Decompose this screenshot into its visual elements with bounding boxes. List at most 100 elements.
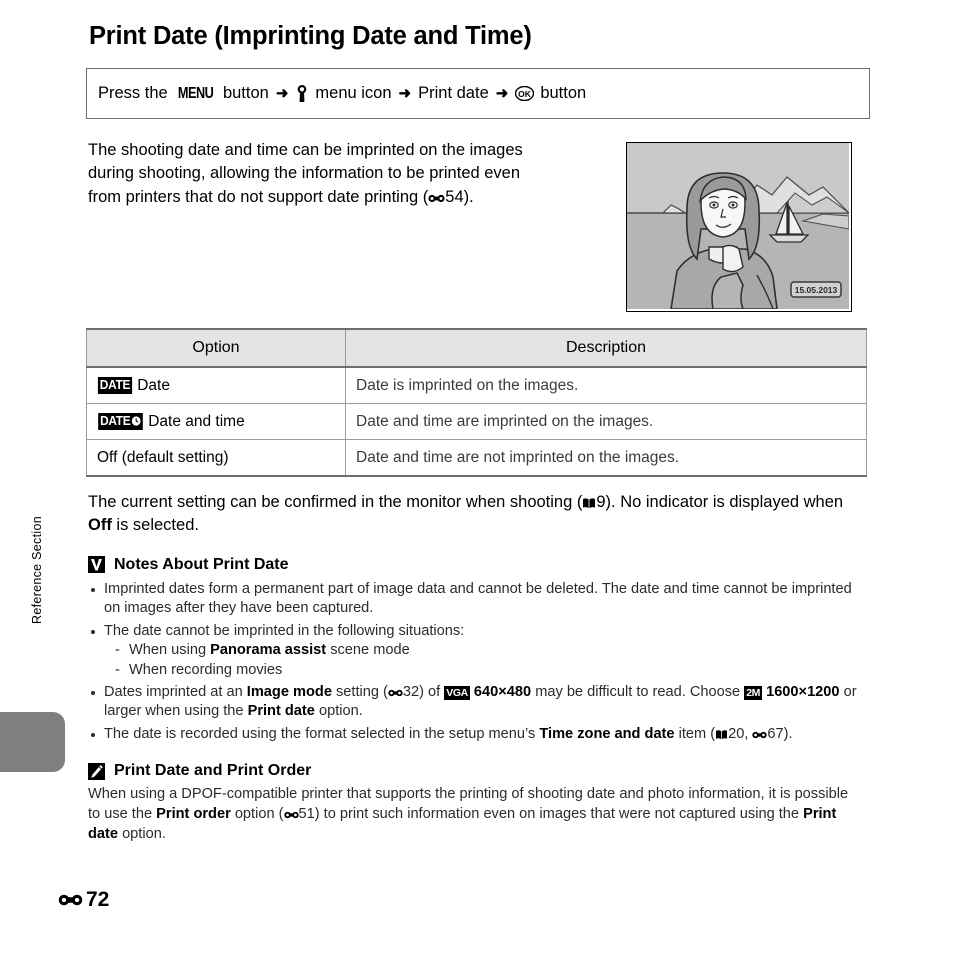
notes-body: Imprinted dates form a permanent part of… bbox=[86, 580, 870, 744]
date-badge-icon: DATE bbox=[97, 376, 133, 394]
book-icon bbox=[715, 729, 728, 740]
intro-line-3-ref: 54 bbox=[445, 187, 464, 206]
note-bullet-4-post: ). bbox=[783, 725, 793, 742]
tip-ref: 51 bbox=[298, 805, 315, 822]
tip-heading: Print Date and Print Order bbox=[86, 762, 870, 780]
e-section-icon bbox=[752, 730, 768, 740]
page-title: Print Date (Imprinting Date and Time) bbox=[89, 22, 532, 50]
page-footer: 72 bbox=[58, 888, 109, 912]
sample-photo-illustration: 15.05.2013 bbox=[627, 143, 851, 310]
after-table-part1: The current setting can be confirmed in … bbox=[88, 493, 583, 512]
intro-line-3-post: ). bbox=[463, 187, 474, 206]
menu-path-item: Print date bbox=[418, 84, 489, 103]
reference-section-tab bbox=[0, 712, 65, 772]
wrench-icon bbox=[295, 85, 309, 103]
book-icon bbox=[582, 497, 596, 509]
table-row: DATE Date and time Date and time are imp… bbox=[86, 403, 867, 441]
table-cell-description: Date is imprinted on the images. bbox=[345, 366, 867, 405]
e-section-icon bbox=[58, 892, 83, 908]
arrow-right-icon-3: ➜ bbox=[495, 85, 509, 103]
list-item: The date is recorded using the format se… bbox=[88, 725, 870, 744]
menu-path-press-label: Press the bbox=[98, 84, 168, 103]
tip-mid-2: ) to print such information even on imag… bbox=[314, 805, 804, 822]
table-cell-option: DATE Date and time bbox=[86, 403, 346, 441]
table-row: DATE Date Date is imprinted on the image… bbox=[86, 366, 867, 405]
clock-icon bbox=[131, 415, 141, 426]
note-bullet-4-ref-book: 20 bbox=[728, 725, 745, 742]
date-time-badge-icon: DATE bbox=[98, 412, 143, 430]
reference-section-label: Reference Section bbox=[30, 516, 44, 624]
arrow-right-icon: ➜ bbox=[275, 85, 289, 103]
note-bullet-3-pre: Dates imprinted at an bbox=[104, 683, 247, 700]
intro-row: The shooting date and time can be imprin… bbox=[86, 139, 870, 313]
note-bullet-4-mid: item ( bbox=[674, 725, 716, 742]
note-sub-1-bold: Panorama assist bbox=[210, 642, 327, 659]
e-section-icon bbox=[428, 193, 445, 204]
tip-post: option. bbox=[118, 825, 166, 842]
menu-button-icon: MENU bbox=[177, 84, 214, 102]
note-bullet-4-ref-e: 67 bbox=[767, 725, 784, 742]
note-bullet-3-mid2: ) of bbox=[419, 683, 445, 700]
note-bullet-3-post: option. bbox=[314, 703, 363, 720]
list-item: When recording movies bbox=[114, 661, 870, 681]
svg-text:15.05.2013: 15.05.2013 bbox=[795, 285, 838, 295]
e-section-icon bbox=[388, 688, 403, 698]
tip-mid-1: option ( bbox=[230, 805, 284, 822]
list-item: Dates imprinted at an Image mode setting… bbox=[88, 683, 870, 722]
ok-button-icon: OK bbox=[515, 86, 535, 102]
note-bullet-3-bold1: Image mode bbox=[246, 683, 332, 700]
e-section-icon bbox=[283, 810, 299, 820]
table-cell-description: Date and time are imprinted on the image… bbox=[345, 403, 867, 441]
notes-title: Notes About Print Date bbox=[114, 555, 289, 573]
after-table-paragraph: The current setting can be confirmed in … bbox=[86, 491, 858, 538]
table-cell-option: DATE Date bbox=[86, 366, 346, 405]
note-bullet-4-pre: The date is recorded using the format se… bbox=[104, 725, 540, 742]
note-bullet-3-bold4: Print date bbox=[247, 703, 315, 720]
page-number: 72 bbox=[86, 888, 110, 911]
tip-title: Print Date and Print Order bbox=[114, 762, 312, 780]
note-sub-1-post: scene mode bbox=[326, 642, 410, 659]
after-table-bold-off: Off bbox=[88, 516, 112, 535]
note-bullet-3-mid1: setting ( bbox=[331, 683, 388, 700]
after-table-part2: ). No indicator is displayed when bbox=[605, 493, 844, 512]
table-header-description: Description bbox=[345, 328, 867, 369]
list-item: When using Panorama assist scene mode bbox=[114, 641, 870, 661]
table-cell-description: Date and time are not imprinted on the i… bbox=[345, 439, 867, 478]
option-label: Off (default setting) bbox=[97, 448, 229, 466]
vga-badge-icon: VGA bbox=[444, 686, 470, 700]
svg-text:OK: OK bbox=[518, 89, 532, 99]
intro-line-1: The shooting date and time can be imprin… bbox=[88, 141, 523, 160]
photo-date-stamp: 15.05.2013 bbox=[790, 281, 842, 298]
intro-line-3-pre: from printers that do not support date p… bbox=[88, 187, 429, 206]
menu-path-button-word: button bbox=[222, 84, 269, 103]
note-sub-2: When recording movies bbox=[129, 661, 283, 678]
list-item: Imprinted dates form a permanent part of… bbox=[88, 580, 870, 619]
option-label: Date and time bbox=[148, 412, 245, 430]
table-header-option: Option bbox=[86, 328, 346, 369]
option-label: Date bbox=[137, 376, 170, 394]
note-bullet-3-mid3: may be difficult to read. Choose bbox=[531, 683, 745, 700]
table-cell-option: Off (default setting) bbox=[86, 439, 346, 478]
note-bullet-2: The date cannot be imprinted in the foll… bbox=[104, 622, 465, 639]
intro-line-2: during shooting, allowing the informatio… bbox=[88, 164, 521, 183]
menu-path-box: Press the MENU button ➜ menu icon ➜ Prin… bbox=[86, 68, 870, 120]
options-table: Option Description DATE Date Date is imp… bbox=[86, 328, 867, 478]
note-bullet-4-sep: , bbox=[744, 725, 753, 742]
tip-bold-1: Print order bbox=[156, 805, 231, 822]
menu-path-ok-word: button bbox=[540, 84, 587, 103]
after-table-ref: 9 bbox=[596, 493, 606, 512]
note-bullet-4-bold: Time zone and date bbox=[539, 725, 675, 742]
2m-badge-icon: 2M bbox=[744, 686, 763, 700]
after-table-part3: is selected. bbox=[111, 516, 199, 535]
page-content: Print Date (Imprinting Date and Time) Pr… bbox=[86, 0, 870, 954]
table-row: Off (default setting) Date and time are … bbox=[86, 439, 867, 478]
sample-photo: 15.05.2013 bbox=[626, 142, 852, 313]
note-bullet-1: Imprinted dates form a permanent part of… bbox=[104, 580, 852, 617]
menu-path-menu-icon-label: menu icon bbox=[315, 84, 392, 103]
intro-paragraph: The shooting date and time can be imprin… bbox=[86, 139, 608, 312]
tip-body: When using a DPOF-compatible printer tha… bbox=[86, 785, 856, 844]
arrow-right-icon-2: ➜ bbox=[398, 85, 412, 103]
caution-icon bbox=[88, 556, 105, 574]
table-header-row: Option Description bbox=[86, 328, 867, 369]
note-bullet-3-bold3: 1600×1200 bbox=[766, 683, 840, 700]
